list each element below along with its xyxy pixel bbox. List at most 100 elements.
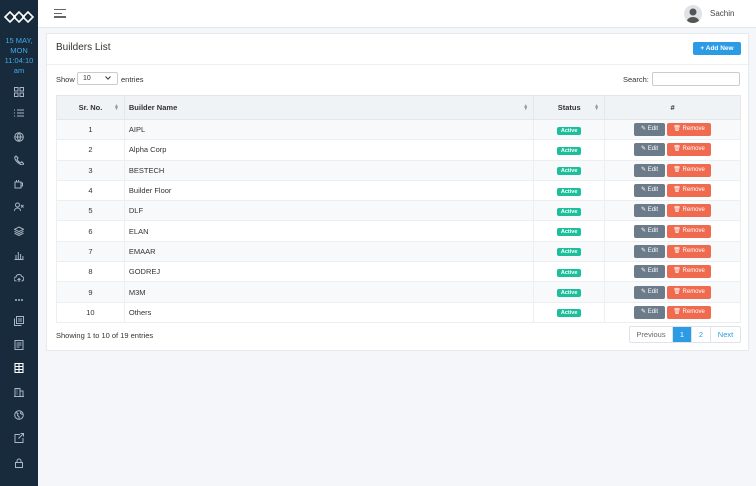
document-icon[interactable]	[12, 338, 26, 352]
table-header-row: Sr. No. ▲ ▼ Builder Name ▲ ▼ Status ▲ ▼ #	[56, 95, 741, 120]
pagination-info: Showing 1 to 10 of 19 entries	[56, 331, 154, 340]
edit-button[interactable]: ✎ Edit	[634, 123, 666, 137]
ampm: am	[13, 66, 25, 75]
time: 11:04:10	[4, 56, 34, 65]
cell-sr: 5	[56, 200, 125, 222]
table-row: 8 GODREJ Active ✎ Edit 🗑 Remove	[56, 261, 741, 283]
dashboard-icon[interactable]	[12, 85, 26, 99]
show-label: Show	[56, 75, 75, 84]
cell-sr: 4	[56, 179, 125, 202]
cell-sr: 10	[56, 301, 125, 323]
cell-actions: ✎ Edit 🗑 Remove	[604, 240, 741, 263]
remove-button[interactable]: 🗑 Remove	[667, 184, 712, 198]
remove-button[interactable]: 🗑 Remove	[667, 123, 712, 137]
page-size-value: 10	[83, 75, 91, 82]
globe-icon[interactable]	[12, 130, 26, 144]
lock-icon[interactable]	[12, 456, 26, 470]
header-builder-name[interactable]: Builder Name ▲ ▼	[123, 95, 535, 120]
remove-button[interactable]: 🗑 Remove	[667, 143, 712, 157]
more-icon[interactable]	[12, 293, 26, 307]
edit-button[interactable]: ✎ Edit	[634, 204, 666, 218]
cloud-upload-icon[interactable]	[12, 271, 26, 285]
sort-icon: ▲ ▼	[594, 103, 600, 112]
cell-sr: 9	[56, 281, 125, 303]
page-2-button[interactable]: 2	[692, 327, 711, 342]
stack-icon[interactable]	[12, 314, 26, 328]
header-sr-label: Sr. No.	[78, 103, 103, 112]
world-icon[interactable]	[12, 408, 26, 422]
remove-button[interactable]: 🗑 Remove	[667, 204, 712, 218]
cell-name: GODREJ	[123, 261, 535, 283]
builders-table: Sr. No. ▲ ▼ Builder Name ▲ ▼ Status ▲ ▼ # 1 AI…	[56, 95, 741, 323]
header-status[interactable]: Status ▲ ▼	[533, 95, 606, 120]
user-x-icon[interactable]	[12, 200, 26, 214]
table-row: 1 AIPL Active ✎ Edit 🗑 Remove	[56, 118, 741, 141]
status-badge: Active	[556, 309, 582, 318]
avatar[interactable]	[684, 5, 702, 23]
cell-status: Active	[533, 200, 606, 222]
cell-status: Active	[533, 159, 606, 181]
add-new-button[interactable]: + Add New	[693, 42, 741, 55]
menu-toggle-icon[interactable]	[54, 9, 66, 19]
table-row: 7 EMAAR Active ✎ Edit 🗑 Remove	[56, 240, 741, 263]
cell-status: Active	[533, 261, 606, 283]
previous-button[interactable]: Previous	[630, 327, 673, 342]
cell-sr: 8	[56, 261, 125, 283]
cell-status: Active	[533, 240, 606, 263]
pagination: Previous 1 2 Next	[629, 326, 741, 343]
edit-button[interactable]: ✎ Edit	[634, 305, 666, 319]
edit-button[interactable]: ✎ Edit	[634, 285, 666, 299]
remove-button[interactable]: 🗑 Remove	[667, 285, 712, 299]
export-icon[interactable]	[12, 431, 26, 445]
edit-button[interactable]: ✎ Edit	[634, 244, 666, 258]
phone-icon[interactable]	[12, 153, 26, 167]
cell-sr: 1	[56, 118, 125, 141]
edit-button[interactable]: ✎ Edit	[634, 224, 666, 238]
table-row: 6 ELAN Active ✎ Edit 🗑 Remove	[56, 220, 741, 242]
cell-name: AIPL	[123, 118, 535, 141]
edit-button[interactable]: ✎ Edit	[634, 143, 666, 157]
layers-icon[interactable]	[12, 224, 26, 238]
username[interactable]: Sachin	[710, 9, 734, 18]
remove-button[interactable]: 🗑 Remove	[667, 163, 712, 177]
remove-button[interactable]: 🗑 Remove	[667, 244, 712, 258]
logo-icon[interactable]	[4, 8, 34, 26]
cell-actions: ✎ Edit 🗑 Remove	[604, 261, 741, 283]
header-actions-label: #	[670, 103, 675, 112]
next-button[interactable]: Next	[711, 327, 740, 342]
building-icon[interactable]	[12, 385, 26, 399]
page-size-select[interactable]: 10	[77, 72, 118, 85]
cell-sr: 7	[56, 240, 125, 263]
coffee-icon[interactable]	[12, 177, 26, 191]
cell-name: Builder Floor	[123, 179, 535, 202]
cell-status: Active	[533, 179, 606, 202]
table-row: 3 BESTECH Active ✎ Edit 🗑 Remove	[56, 159, 741, 181]
remove-button[interactable]: 🗑 Remove	[667, 265, 712, 279]
cell-status: Active	[533, 220, 606, 242]
cell-actions: ✎ Edit 🗑 Remove	[604, 179, 741, 202]
edit-button[interactable]: ✎ Edit	[634, 184, 666, 198]
cell-actions: ✎ Edit 🗑 Remove	[604, 220, 741, 242]
cell-actions: ✎ Edit 🗑 Remove	[604, 301, 741, 323]
bar-chart-icon[interactable]	[12, 248, 26, 262]
cell-name: Others	[123, 301, 535, 323]
cell-sr: 6	[56, 220, 125, 242]
edit-button[interactable]: ✎ Edit	[634, 265, 666, 279]
status-badge: Active	[556, 146, 582, 155]
cell-name: Alpha Corp	[123, 139, 535, 161]
grid-table-icon[interactable]	[12, 361, 26, 375]
remove-button[interactable]: 🗑 Remove	[667, 224, 712, 238]
list-icon[interactable]	[12, 106, 26, 120]
page-1-button[interactable]: 1	[673, 327, 692, 342]
edit-button[interactable]: ✎ Edit	[634, 163, 666, 177]
page-title: Builders List	[56, 42, 111, 53]
header-sr-no[interactable]: Sr. No. ▲ ▼	[56, 95, 125, 120]
cell-actions: ✎ Edit 🗑 Remove	[604, 139, 741, 161]
search-input[interactable]	[652, 72, 740, 86]
cell-actions: ✎ Edit 🗑 Remove	[604, 200, 741, 222]
status-badge: Active	[556, 268, 582, 277]
sort-asc-icon: ▲ ▼	[113, 103, 119, 112]
cell-status: Active	[533, 139, 606, 161]
remove-button[interactable]: 🗑 Remove	[667, 305, 712, 319]
cell-status: Active	[533, 281, 606, 303]
